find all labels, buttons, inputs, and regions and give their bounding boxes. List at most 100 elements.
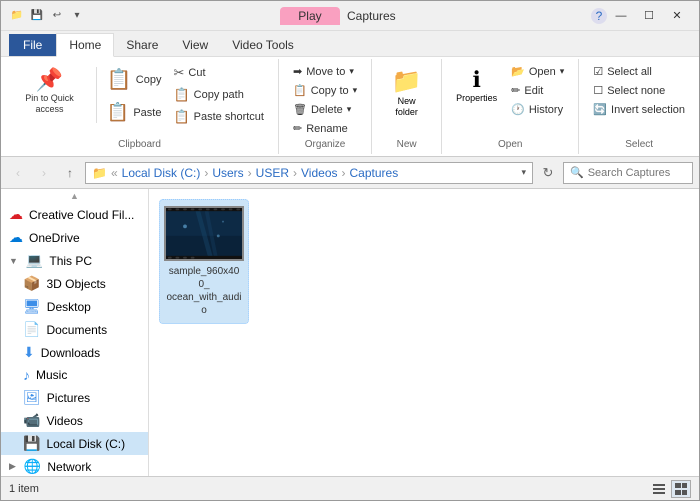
clipboard-items: 📌 Pin to Quick access 📋 Copy 📋 Paste ✂ C…: [9, 63, 270, 127]
separator: [96, 67, 97, 123]
copy-to-icon: 📋: [293, 84, 307, 97]
sidebar-item-label: Music: [36, 368, 67, 382]
path-dropdown-icon[interactable]: ▾: [521, 167, 526, 178]
sidebar-item-label: Videos: [46, 414, 82, 428]
invert-label: Invert selection: [611, 104, 685, 116]
sidebar-item-label: This PC: [49, 254, 92, 268]
view-buttons: [649, 480, 691, 498]
3d-objects-icon: 📦: [23, 275, 40, 292]
sidebar-item-label: Creative Cloud Fil...: [29, 208, 134, 222]
play-tab[interactable]: Play: [280, 7, 339, 25]
title-bar-icons: 📁 💾 ↩ ▾: [9, 8, 85, 24]
move-to-arrow: ▾: [349, 66, 354, 77]
history-button[interactable]: 🕐 History: [505, 101, 570, 118]
minimize-button[interactable]: —: [607, 5, 635, 27]
path-sep-4: ›: [342, 166, 346, 180]
sidebar-item-music[interactable]: ♪ Music: [1, 364, 148, 386]
sidebar-item-onedrive[interactable]: ☁ OneDrive: [1, 226, 148, 249]
pin-label: Pin to Quick access: [15, 93, 84, 115]
tab-home[interactable]: Home: [56, 33, 114, 57]
tab-videotools[interactable]: Video Tools: [220, 34, 306, 56]
rename-button[interactable]: ✏ Rename: [287, 120, 363, 137]
path-user[interactable]: USER: [256, 166, 289, 180]
properties-button[interactable]: ℹ Properties: [450, 63, 503, 107]
sidebar-item-pictures[interactable]: 🖼 Pictures: [1, 386, 148, 409]
sidebar-item-label: Pictures: [47, 391, 90, 405]
sidebar-item-videos[interactable]: 📹 Videos: [1, 409, 148, 432]
select-all-label: Select all: [607, 66, 652, 78]
sidebar-item-this-pc[interactable]: ▼ 💻 This PC: [1, 249, 148, 272]
path-captures[interactable]: Captures: [350, 166, 399, 180]
pin-to-quick-access-button[interactable]: 📌 Pin to Quick access: [9, 63, 90, 119]
downloads-icon: ⬇: [23, 344, 35, 361]
file-item[interactable]: sample_960x400_ocean_with_audio: [159, 199, 249, 324]
paste-shortcut-icon: 📋: [173, 109, 189, 125]
paste-shortcut-button[interactable]: 📋 Paste shortcut: [167, 107, 270, 127]
copy-to-label: Copy to: [311, 85, 349, 97]
network-icon: 🌐: [24, 458, 41, 475]
search-input[interactable]: [588, 167, 686, 179]
content-area[interactable]: sample_960x400_ocean_with_audio: [149, 189, 699, 476]
move-to-icon: ➡: [293, 65, 302, 78]
copy-to-button[interactable]: 📋 Copy to ▾: [287, 82, 363, 99]
delete-button[interactable]: 🗑 Delete ▾: [287, 101, 363, 118]
edit-button[interactable]: ✏ Edit: [505, 82, 570, 99]
tab-file[interactable]: File: [9, 34, 56, 56]
status-text: 1 item: [9, 483, 39, 495]
sidebar-item-local-disk[interactable]: 💾 Local Disk (C:): [1, 432, 148, 455]
ribbon: 📌 Pin to Quick access 📋 Copy 📋 Paste ✂ C…: [1, 57, 699, 157]
up-button[interactable]: ↑: [59, 162, 81, 184]
path-sep-2: ›: [248, 166, 252, 180]
select-all-button[interactable]: ☑ Select all: [587, 63, 691, 80]
path-local-disk[interactable]: Local Disk (C:): [122, 166, 201, 180]
organize-group: ➡ Move to ▾ 📋 Copy to ▾ 🗑 Delete ▾ ✏ Ren…: [279, 59, 372, 154]
paste-button[interactable]: 📋 Paste: [103, 98, 166, 127]
cut-copy-path-group: ✂ Cut 📋 Copy path 📋 Paste shortcut: [167, 63, 270, 127]
copy-path-icon: 📋: [173, 87, 189, 103]
sidebar-item-downloads[interactable]: ⬇ Downloads: [1, 341, 148, 364]
address-path[interactable]: 📁 « Local Disk (C:) › Users › USER › Vid…: [85, 162, 533, 184]
sidebar-item-3d-objects[interactable]: 📦 3D Objects: [1, 272, 148, 295]
copy-icon: 📋: [107, 67, 132, 92]
file-thumbnail: [164, 206, 244, 261]
list-view-button[interactable]: [649, 480, 669, 498]
sidebar-item-label: Documents: [46, 323, 107, 337]
creative-cloud-icon: ☁: [9, 206, 23, 223]
back-button[interactable]: ‹: [7, 162, 29, 184]
select-label: Select: [625, 137, 653, 150]
tab-view[interactable]: View: [170, 34, 220, 56]
dropdown-icon[interactable]: ▾: [69, 8, 85, 24]
search-box[interactable]: 🔍: [563, 162, 693, 184]
rename-icon: ✏: [293, 122, 302, 135]
maximize-button[interactable]: ☐: [635, 5, 663, 27]
move-to-button[interactable]: ➡ Move to ▾: [287, 63, 363, 80]
select-none-button[interactable]: ☐ Select none: [587, 82, 691, 99]
new-folder-button[interactable]: 📁 New folder: [380, 63, 433, 122]
invert-icon: 🔄: [593, 103, 607, 116]
path-root-icon: 📁: [92, 166, 107, 180]
videos-icon: 📹: [23, 412, 40, 429]
copy-button[interactable]: 📋 Copy: [103, 63, 166, 96]
select-items: ☑ Select all ☐ Select none 🔄 Invert sele…: [587, 63, 691, 118]
open-label: Open: [498, 137, 522, 150]
invert-selection-button[interactable]: 🔄 Invert selection: [587, 101, 691, 118]
new-items: 📁 New folder: [380, 63, 433, 122]
path-users[interactable]: Users: [212, 166, 243, 180]
details-view-button[interactable]: [671, 480, 691, 498]
sidebar-scroll-up[interactable]: ▲: [1, 189, 148, 203]
copy-path-button[interactable]: 📋 Copy path: [167, 85, 270, 105]
new-group: 📁 New folder New: [372, 59, 442, 154]
cut-button[interactable]: ✂ Cut: [167, 63, 270, 83]
sidebar-item-documents[interactable]: 📄 Documents: [1, 318, 148, 341]
sidebar-item-desktop[interactable]: 🖥 Desktop: [1, 295, 148, 318]
sidebar-item-creative-cloud[interactable]: ☁ Creative Cloud Fil...: [1, 203, 148, 226]
forward-button[interactable]: ›: [33, 162, 55, 184]
copy-path-label: Copy path: [194, 89, 244, 101]
open-button[interactable]: 📂 Open ▾: [505, 63, 570, 80]
sidebar-item-network[interactable]: ▶ 🌐 Network: [1, 455, 148, 476]
undo-icon: ↩: [49, 8, 65, 24]
path-videos[interactable]: Videos: [301, 166, 337, 180]
tab-share[interactable]: Share: [114, 34, 170, 56]
refresh-button[interactable]: ↻: [537, 162, 559, 184]
close-button[interactable]: ✕: [663, 5, 691, 27]
